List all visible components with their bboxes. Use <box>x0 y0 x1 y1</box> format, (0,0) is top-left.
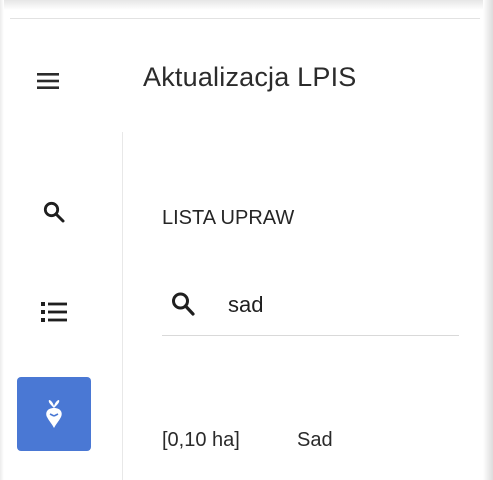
crop-search-field[interactable] <box>162 280 459 336</box>
crop-area-label: [0,10 ha] <box>162 428 240 451</box>
crop-beet-icon <box>46 400 62 428</box>
crop-name-label: Sad <box>297 428 333 451</box>
screenshot-top-shadow <box>0 0 493 10</box>
rail-search-button[interactable] <box>17 175 91 249</box>
screenshot-right-shadow <box>483 0 493 480</box>
app-window: Aktualizacja LPIS LISTA UPRAW sad [0,10 … <box>0 0 493 480</box>
rail-list-button[interactable] <box>17 275 91 349</box>
top-divider <box>10 18 480 19</box>
crop-list-item[interactable]: [0,10 ha] Sad <box>162 420 472 460</box>
app-title: Aktualizacja LPIS <box>143 62 357 92</box>
crop-list-title: LISTA UPRAW <box>162 207 295 229</box>
list-icon <box>41 302 67 322</box>
screenshot-left-shadow <box>0 0 4 480</box>
menu-button[interactable] <box>30 63 66 99</box>
crop-search-input[interactable] <box>228 288 448 322</box>
rail-crops-button[interactable] <box>17 377 91 451</box>
search-icon <box>43 201 65 223</box>
search-icon <box>172 292 195 316</box>
rail-divider <box>122 132 123 480</box>
hamburger-menu-icon <box>37 73 59 89</box>
